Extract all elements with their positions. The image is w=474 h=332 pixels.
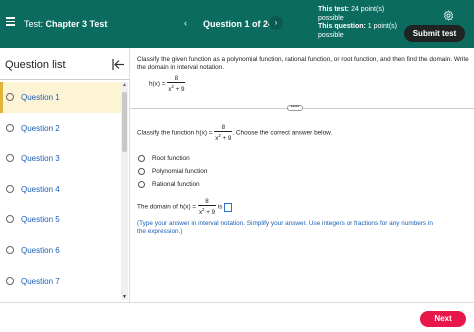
next-question-arrow-button[interactable]: › xyxy=(269,16,283,30)
question-list-label: Question 3 xyxy=(21,154,60,164)
question-list-label: Question 5 xyxy=(21,215,60,225)
question-list-label: Question 6 xyxy=(21,245,60,255)
question-list-item[interactable]: Question 4 xyxy=(0,174,121,205)
bottom-bar: Next xyxy=(0,302,474,332)
hamburger-menu-icon[interactable] xyxy=(6,17,15,26)
settings-gear-icon[interactable] xyxy=(443,10,454,21)
function-lhs: h(x) = xyxy=(149,80,166,88)
radio-button[interactable] xyxy=(138,168,145,175)
classify-prompt: Classify the function h(x) = 8 x2 + 9 . … xyxy=(137,124,332,142)
question-list-item[interactable]: Question 1 xyxy=(0,82,121,113)
this-question-label: This question: xyxy=(318,23,366,30)
radio-button[interactable] xyxy=(138,181,145,188)
question-list-item[interactable]: Question 5 xyxy=(0,204,121,235)
fraction-numerator: 8 xyxy=(214,124,233,132)
fraction-numerator: 8 xyxy=(167,75,186,83)
this-test-label: This test: xyxy=(318,6,350,13)
question-list: Question 1 Question 2 Question 3 Questio… xyxy=(0,82,121,296)
scroll-down-arrow-icon[interactable]: ▼ xyxy=(122,294,127,300)
answer-option-label[interactable]: Polynomial function xyxy=(152,168,207,175)
next-button[interactable]: Next xyxy=(420,311,466,327)
answer-option-label[interactable]: Root function xyxy=(152,155,190,162)
fraction-denominator: x2 + 9 xyxy=(214,132,232,142)
question-list-label: Question 4 xyxy=(21,184,60,194)
answer-option-label[interactable]: Rational function xyxy=(152,181,200,188)
fraction: 8 x2 + 9 xyxy=(167,75,186,93)
question-list-label: Question 7 xyxy=(21,276,60,286)
submit-test-button[interactable]: Submit test xyxy=(404,25,465,42)
question-list-item[interactable]: Question 3 xyxy=(0,143,121,174)
prompt-pre: Classify the function h(x) = xyxy=(137,129,213,137)
den-tail: + 9 xyxy=(220,135,232,142)
status-circle-icon xyxy=(6,93,14,101)
question-list-label: Question 2 xyxy=(21,123,60,133)
radio-button[interactable] xyxy=(138,155,145,162)
scroll-up-arrow-icon[interactable]: ▲ xyxy=(122,82,127,88)
prompt-post: . Choose the correct answer below. xyxy=(232,129,333,137)
fraction: 8 x2 + 9 xyxy=(214,124,233,142)
test-name: Chapter 3 Test xyxy=(45,19,108,29)
scroll-thumb[interactable] xyxy=(122,92,127,152)
question-list-item[interactable]: Question 7 xyxy=(0,266,121,297)
status-circle-icon xyxy=(6,245,14,254)
domain-question: The domain of h(x) = 8 x2 + 9 is xyxy=(137,198,233,216)
status-circle-icon xyxy=(6,154,14,163)
fraction-numerator: 8 xyxy=(197,198,217,206)
question-list-title: Question list xyxy=(5,59,66,71)
previous-question-button[interactable]: ‹ xyxy=(184,18,187,28)
fraction: 8 x2 + 9 xyxy=(197,198,217,216)
question-list-item[interactable]: Question 6 xyxy=(0,235,121,266)
question-list-scrollbar[interactable]: ▲ ▼ xyxy=(121,82,128,300)
answer-hint: (Type your answer in interval notation. … xyxy=(137,220,433,235)
top-bar: Test: Chapter 3 Test ‹ Question 1 of 24 … xyxy=(0,0,474,48)
question-counter[interactable]: Question 1 of 24 xyxy=(203,19,273,29)
question-panel: Classify the given function as a polynom… xyxy=(130,48,474,302)
status-circle-icon xyxy=(6,184,14,193)
domain-answer-input[interactable] xyxy=(224,202,233,212)
question-list-item[interactable]: Question 2 xyxy=(0,113,121,144)
expand-dots-button[interactable]: ••••• xyxy=(287,105,303,111)
points-info: This test: 24 point(s) possible This que… xyxy=(318,6,402,40)
domain-pre: The domain of h(x) = xyxy=(137,203,197,211)
function-display: h(x) = 8 x2 + 9 xyxy=(149,75,186,93)
fraction-denominator: x2 + 9 xyxy=(167,83,185,93)
den-tail: + 9 xyxy=(173,86,185,93)
den-tail: + 9 xyxy=(204,209,216,216)
test-title: Test: Chapter 3 Test xyxy=(24,19,107,29)
test-label: Test: xyxy=(24,19,44,29)
question-list-panel: Question list Question 1 Question 2 Ques… xyxy=(0,48,130,302)
domain-post: is xyxy=(217,203,223,211)
collapse-panel-icon[interactable] xyxy=(112,59,124,70)
fraction-denominator: x2 + 9 xyxy=(198,206,216,216)
status-circle-icon xyxy=(6,215,14,224)
question-list-label: Question 1 xyxy=(21,93,60,102)
question-instruction: Classify the given function as a polynom… xyxy=(137,56,469,71)
status-circle-icon xyxy=(6,276,14,285)
divider xyxy=(0,79,130,80)
status-circle-icon xyxy=(6,123,14,132)
